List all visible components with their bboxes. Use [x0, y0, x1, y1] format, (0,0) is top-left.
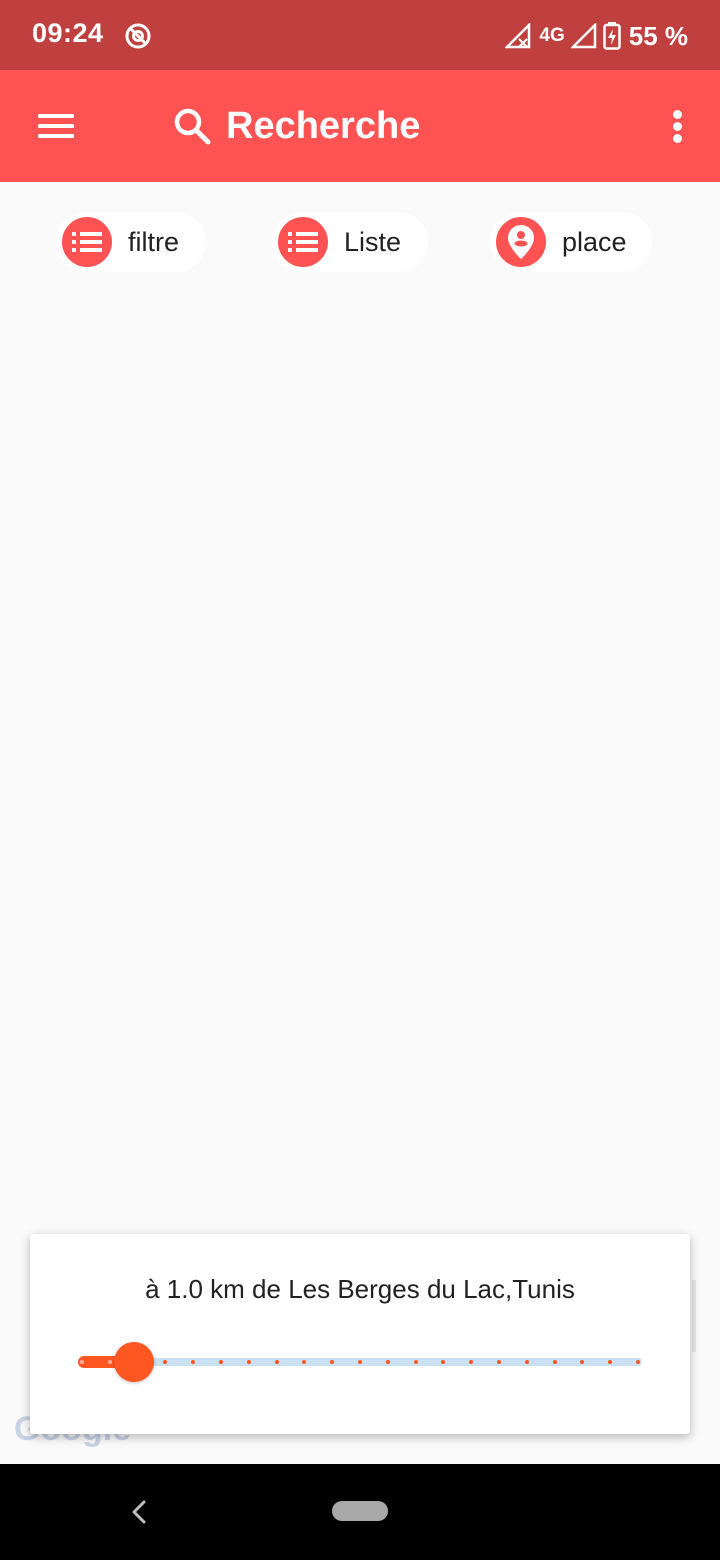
chip-label: place — [562, 226, 627, 257]
radius-card: à 1.0 km de Les Berges du Lac,Tunis — [30, 1234, 690, 1434]
status-indicators: 4G 55 % — [505, 18, 688, 54]
chip-label: filtre — [128, 226, 180, 257]
more-vert-icon-dot — [673, 122, 682, 131]
hamburger-icon-line — [38, 134, 74, 138]
battery-level: 55 % — [628, 20, 688, 51]
slider-tick — [636, 1360, 640, 1364]
notification-app-icon — [125, 23, 151, 49]
map-control-edge — [692, 1280, 696, 1352]
page-title: Recherche — [226, 104, 421, 147]
network-type: 4G — [539, 25, 565, 46]
slider-tick — [524, 1360, 529, 1364]
hamburger-icon — [38, 114, 74, 118]
radius-description: à 1.0 km de Les Berges du Lac,Tunis — [145, 1274, 575, 1304]
chip-filtre[interactable]: filtre — [56, 212, 206, 272]
slider-tick — [274, 1360, 279, 1364]
menu-button[interactable] — [28, 106, 84, 146]
slider-tick — [219, 1360, 223, 1364]
signal-icon-2 — [570, 23, 596, 49]
slider-tick — [358, 1360, 362, 1364]
back-icon[interactable] — [124, 1494, 156, 1530]
search-icon — [174, 108, 211, 145]
slider-tick — [385, 1360, 390, 1364]
home-button[interactable] — [332, 1501, 388, 1521]
slider-thumb[interactable] — [114, 1342, 154, 1382]
app-bar: Recherche — [0, 70, 720, 182]
slider-tick — [107, 1360, 112, 1364]
slider-tick — [497, 1360, 501, 1364]
status-bar: 09:24 4G 55 % — [0, 0, 720, 70]
chip-label: Liste — [344, 226, 402, 257]
more-options-button[interactable] — [666, 106, 690, 146]
list-icon — [278, 217, 328, 267]
more-vert-icon-dot — [673, 134, 682, 143]
slider-tick — [552, 1360, 557, 1364]
title-area: Recherche — [172, 70, 420, 182]
status-time: 09:24 — [32, 18, 104, 48]
slider-tick — [413, 1360, 418, 1364]
battery-charging-icon — [602, 22, 621, 50]
chip-liste[interactable]: Liste — [272, 212, 428, 272]
more-vert-icon — [673, 110, 682, 119]
place-icon — [496, 217, 546, 267]
hamburger-icon-line — [38, 124, 74, 128]
radius-slider[interactable] — [78, 1342, 642, 1382]
list-icon — [62, 217, 112, 267]
slider-tick — [80, 1360, 84, 1364]
chip-place[interactable]: place — [490, 212, 652, 272]
slider-tick — [246, 1360, 251, 1364]
signal-icon — [505, 23, 531, 49]
